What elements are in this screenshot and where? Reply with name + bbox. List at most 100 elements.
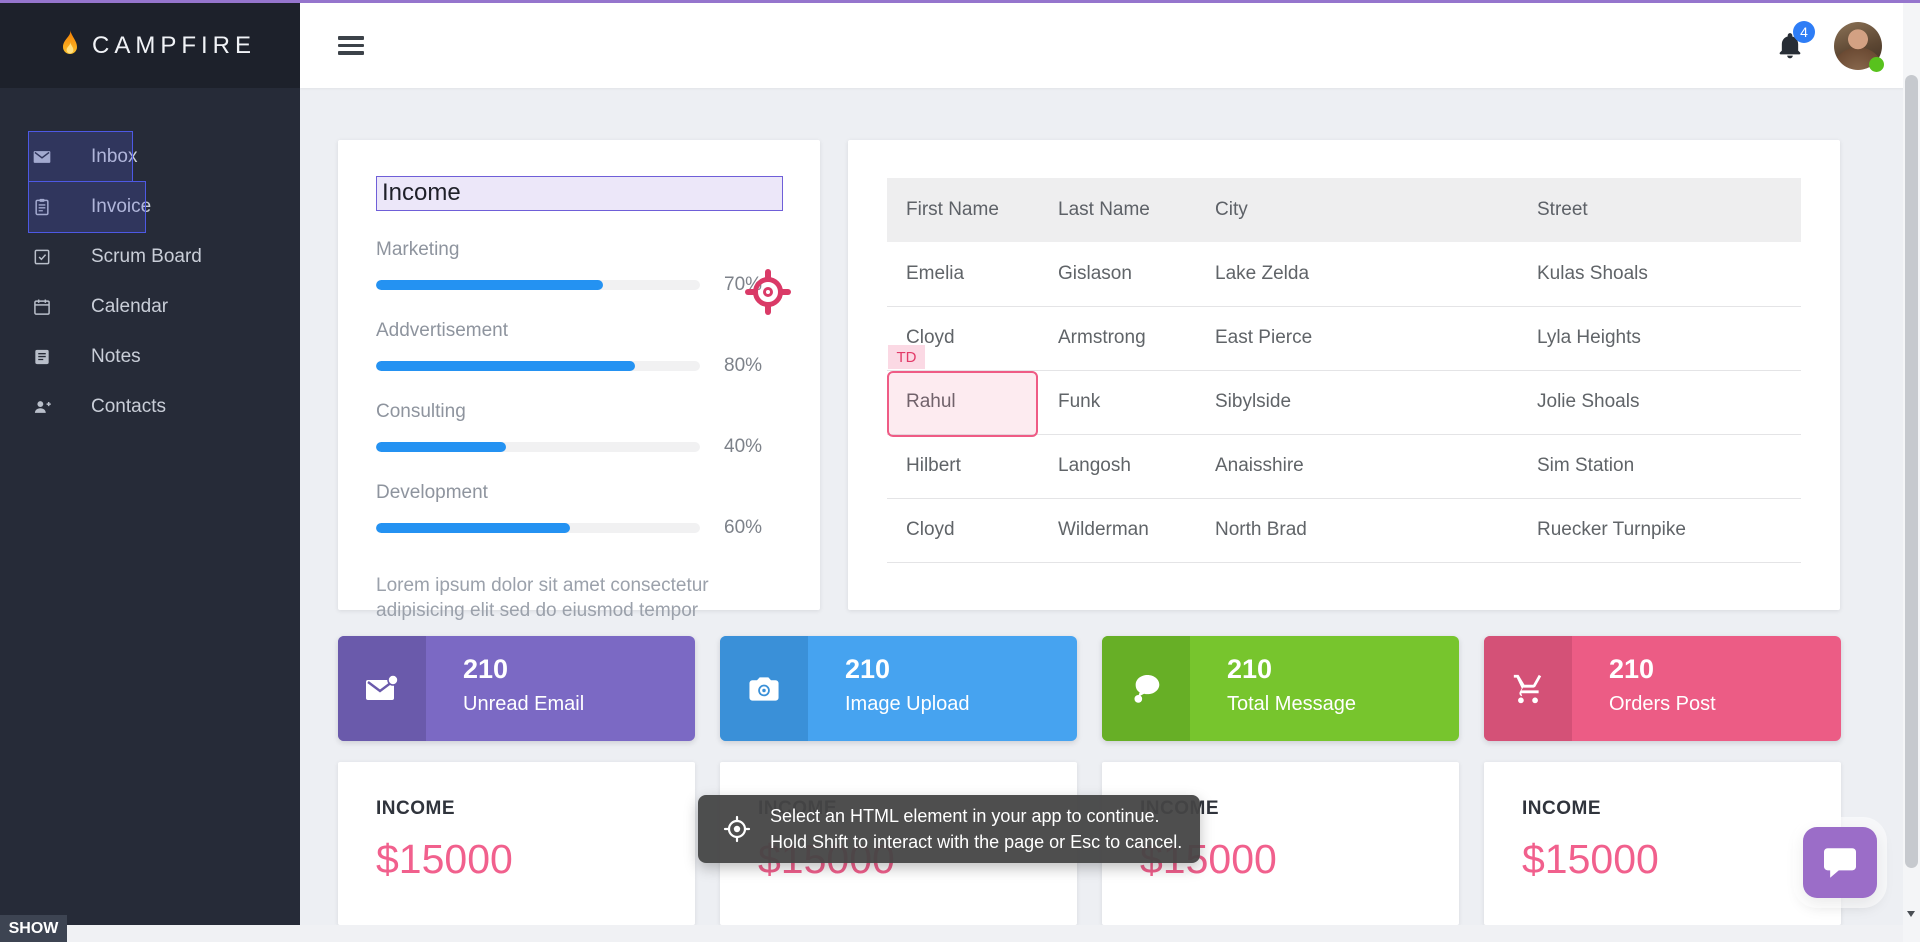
sidebar: CAMPFIRE Inbox Invoice Scrum Board — [0, 0, 300, 925]
table-cell: Sim Station — [1518, 434, 1801, 498]
progress-row-consulting: Consulting 40% — [376, 401, 782, 458]
stat-label: Image Upload — [845, 693, 970, 716]
envelope-badge-icon — [338, 636, 426, 741]
progress-percent: 80% — [724, 355, 762, 377]
income-card-value: $15000 — [1140, 836, 1421, 883]
app-title: CAMPFIRE — [92, 32, 256, 60]
column-header: Street — [1518, 178, 1801, 242]
notes-icon — [32, 347, 52, 367]
stat-value: 210 — [1227, 654, 1272, 685]
sidebar-item-label: Calendar — [91, 296, 168, 318]
column-header: City — [1196, 178, 1518, 242]
mail-icon — [32, 147, 52, 167]
sidebar-item-label: Notes — [91, 346, 141, 368]
header-actions: 4 — [1776, 3, 1882, 88]
menu-button[interactable] — [338, 36, 364, 56]
stat-card-image-upload[interactable]: 210 Image Upload — [720, 636, 1077, 741]
progress-label: Addvertisement — [376, 320, 782, 342]
income-card-value: $15000 — [376, 836, 657, 883]
bottom-strip — [0, 925, 1903, 942]
progress-label: Marketing — [376, 239, 782, 261]
flame-icon — [58, 29, 82, 62]
income-card-title: INCOME — [758, 798, 1039, 820]
table-cell: Funk — [1039, 370, 1196, 434]
sidebar-item-label: Invoice — [91, 196, 151, 218]
table-cell: Sibylside — [1196, 370, 1518, 434]
sidebar-item-scrum-board[interactable]: Scrum Board — [0, 232, 300, 282]
table-cell: Armstrong — [1039, 306, 1196, 370]
progress-bar-track — [376, 523, 700, 533]
top-accent-line — [0, 0, 1920, 3]
sidebar-item-label: Inbox — [91, 146, 137, 168]
table-cell: East Pierce — [1196, 306, 1518, 370]
table-cell: North Brad — [1196, 498, 1518, 562]
scrollbar-corner — [1903, 925, 1920, 942]
contacts-table-card: First Name Last Name City Street Emelia … — [848, 140, 1840, 610]
progress-bar-fill — [376, 442, 506, 452]
sidebar-item-label: Contacts — [91, 396, 166, 418]
progress-bar-track — [376, 442, 700, 452]
table-row: Emelia Gislason Lake Zelda Kulas Shoals — [887, 242, 1801, 306]
show-badge[interactable]: SHOW — [0, 915, 67, 942]
cart-icon — [1484, 636, 1572, 741]
table-cell: Ruecker Turnpike — [1518, 498, 1801, 562]
chat-fab-button[interactable] — [1803, 827, 1877, 898]
vertical-scrollbar[interactable] — [1903, 3, 1920, 925]
top-header: 4 — [300, 3, 1920, 88]
progress-row-development: Development 60% — [376, 482, 782, 539]
progress-percent: 40% — [724, 436, 762, 458]
table-cell: Kulas Shoals — [1518, 242, 1801, 306]
progress-label: Consulting — [376, 401, 782, 423]
income-card-value: $15000 — [758, 836, 1039, 883]
sidebar-item-contacts[interactable]: Contacts — [0, 382, 300, 432]
notifications-button[interactable]: 4 — [1776, 30, 1804, 62]
contacts-table: First Name Last Name City Street Emelia … — [887, 178, 1801, 563]
hamburger-icon — [338, 36, 364, 40]
column-header: First Name — [887, 178, 1039, 242]
progress-percent: 60% — [724, 517, 762, 539]
inspector-highlight-income-title: Income — [376, 176, 783, 211]
sidebar-item-inbox[interactable]: Inbox — [0, 132, 300, 182]
progress-bar-track — [376, 361, 700, 371]
app-logo[interactable]: CAMPFIRE — [0, 3, 300, 88]
progress-bar-fill — [376, 523, 570, 533]
stat-label: Orders Post — [1609, 693, 1716, 716]
stat-card-total-message[interactable]: 210 Total Message — [1102, 636, 1459, 741]
online-status-dot — [1869, 57, 1884, 72]
table-cell: Langosh — [1039, 434, 1196, 498]
stat-card-unread-email[interactable]: 210 Unread Email — [338, 636, 695, 741]
income-card-title: INCOME — [376, 798, 657, 820]
income-card-title: INCOME — [1522, 798, 1803, 820]
chat-bubbles-icon — [1102, 636, 1190, 741]
progress-row-marketing: Marketing 70% — [376, 239, 782, 296]
progress-bar-fill — [376, 361, 635, 371]
progress-percent: 70% — [724, 274, 762, 296]
calendar-icon — [32, 297, 52, 317]
income-panel-description: Lorem ipsum dolor sit amet consectetur a… — [376, 573, 716, 623]
table-header-row: First Name Last Name City Street — [887, 178, 1801, 242]
table-row: Cloyd Wilderman North Brad Ruecker Turnp… — [887, 498, 1801, 562]
scrollbar-thumb[interactable] — [1905, 75, 1918, 868]
table-row: Rahul Funk Sibylside Jolie Shoals — [887, 370, 1801, 434]
stat-card-orders-post[interactable]: 210 Orders Post — [1484, 636, 1841, 741]
sidebar-item-invoice[interactable]: Invoice — [0, 182, 300, 232]
sidebar-item-label: Scrum Board — [91, 246, 202, 268]
table-cell: Jolie Shoals — [1518, 370, 1801, 434]
progress-bar-fill — [376, 280, 603, 290]
income-card: INCOME $15000 — [1102, 762, 1459, 925]
table-cell: Rahul — [887, 370, 1039, 434]
table-row: Hilbert Langosh Anaisshire Sim Station — [887, 434, 1801, 498]
scrollbar-down-arrow[interactable] — [1907, 911, 1915, 917]
table-cell: Gislason — [1039, 242, 1196, 306]
sidebar-item-calendar[interactable]: Calendar — [0, 282, 300, 332]
income-panel-title: Income — [377, 177, 782, 208]
progress-label: Development — [376, 482, 782, 504]
user-avatar[interactable] — [1834, 22, 1882, 70]
table-cell: Cloyd — [887, 498, 1039, 562]
income-card: INCOME $15000 — [1484, 762, 1841, 925]
stat-label: Unread Email — [463, 693, 584, 716]
stat-value: 210 — [845, 654, 890, 685]
sidebar-item-notes[interactable]: Notes — [0, 332, 300, 382]
table-cell: Anaisshire — [1196, 434, 1518, 498]
main-content: Income Marketing 70% Addvertisement 80% … — [300, 88, 1903, 925]
